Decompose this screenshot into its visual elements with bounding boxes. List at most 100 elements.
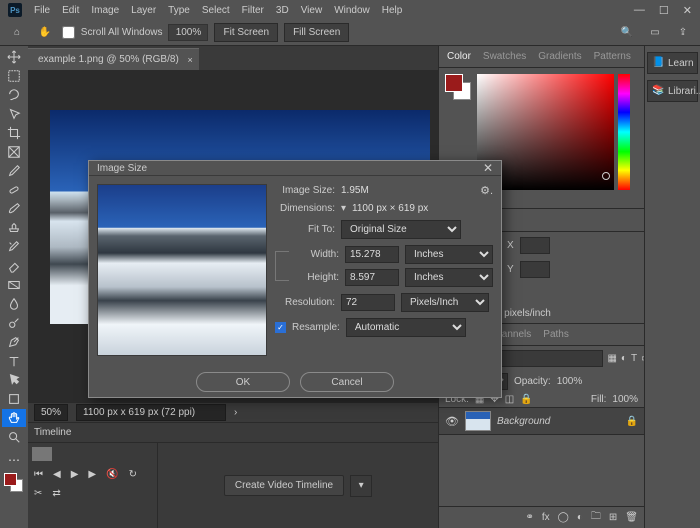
tab-gradients[interactable]: Gradients	[538, 51, 581, 62]
crop-tool-icon[interactable]	[2, 124, 26, 142]
layer-row[interactable]: 👁 Background 🔒	[439, 407, 644, 435]
hue-slider[interactable]	[618, 74, 630, 190]
dialog-close-icon[interactable]: ✕	[483, 161, 493, 175]
filter-pixel-icon[interactable]: ▦	[607, 353, 616, 364]
menu-select[interactable]: Select	[202, 5, 230, 16]
learn-button[interactable]: 📘Learn	[647, 52, 698, 74]
filter-adjust-icon[interactable]: ◐	[621, 353, 627, 364]
clone-stamp-tool-icon[interactable]	[2, 219, 26, 237]
fit-screen-button[interactable]: Fit Screen	[214, 23, 278, 42]
hand-tool[interactable]	[2, 409, 26, 427]
blur-tool-icon[interactable]	[2, 295, 26, 313]
group-icon[interactable]: 🗀	[591, 509, 601, 526]
menu-image[interactable]: Image	[91, 5, 119, 16]
create-video-timeline-button[interactable]: Create Video Timeline	[224, 475, 344, 496]
menu-layer[interactable]: Layer	[131, 5, 156, 16]
menu-view[interactable]: View	[301, 5, 323, 16]
fit-to-select[interactable]: Original Size	[341, 220, 461, 239]
menu-edit[interactable]: Edit	[62, 5, 79, 16]
filter-type-icon[interactable]: T	[631, 353, 637, 364]
eyedropper-tool-icon[interactable]	[2, 162, 26, 180]
lock-all-icon[interactable]: 🔒	[520, 394, 532, 405]
width-unit-select[interactable]: Inches	[405, 245, 493, 264]
tl-transition-icon[interactable]: ⇄	[52, 488, 60, 499]
resolution-unit-select[interactable]: Pixels/Inch	[401, 293, 489, 312]
close-tab-icon[interactable]: ×	[188, 55, 193, 65]
tl-play-icon[interactable]: ▶	[71, 469, 79, 480]
move-tool-icon[interactable]	[2, 48, 26, 66]
dialog-gear-icon[interactable]: ⚙.	[480, 184, 493, 197]
tab-patterns[interactable]: Patterns	[594, 51, 631, 62]
type-tool-icon[interactable]	[2, 352, 26, 370]
fill-value[interactable]: 100%	[612, 394, 638, 405]
brush-tool-icon[interactable]	[2, 200, 26, 218]
layer-mask-icon[interactable]: ◯	[558, 512, 569, 523]
menu-filter[interactable]: Filter	[242, 5, 264, 16]
window-restore-icon[interactable]: ☐	[659, 4, 669, 17]
frame-tool-icon[interactable]	[2, 143, 26, 161]
zoom-tool-icon[interactable]	[2, 428, 26, 446]
eraser-tool-icon[interactable]	[2, 257, 26, 275]
prop-y-input[interactable]	[520, 261, 550, 278]
constrain-proportions-icon[interactable]	[275, 251, 289, 281]
prop-x-input[interactable]	[520, 237, 550, 254]
menu-type[interactable]: Type	[168, 5, 190, 16]
history-brush-tool-icon[interactable]	[2, 238, 26, 256]
libraries-button[interactable]: 📚Librari...	[647, 80, 698, 102]
scroll-all-checkbox[interactable]: Scroll All Windows	[62, 26, 162, 39]
quick-select-tool-icon[interactable]	[2, 105, 26, 123]
marquee-tool-icon[interactable]	[2, 67, 26, 85]
home-icon[interactable]: ⌂	[6, 23, 28, 43]
tl-split-icon[interactable]: ✂	[34, 488, 42, 499]
resample-select[interactable]: Automatic	[346, 318, 466, 337]
opacity-value[interactable]: 100%	[557, 376, 583, 387]
dimensions-dropdown-icon[interactable]: ▾	[341, 203, 346, 214]
share-icon[interactable]: ⇪	[672, 23, 694, 43]
pen-tool-icon[interactable]	[2, 333, 26, 351]
menu-window[interactable]: Window	[334, 5, 370, 16]
height-unit-select[interactable]: Inches	[405, 268, 493, 287]
document-tab[interactable]: example 1.png @ 50% (RGB/8) ×	[28, 48, 199, 70]
dodge-tool-icon[interactable]	[2, 314, 26, 332]
height-input[interactable]	[345, 269, 399, 286]
workspace-icon[interactable]: ▭	[644, 23, 666, 43]
tl-mute-icon[interactable]: 🔇	[106, 469, 118, 480]
resolution-input[interactable]	[341, 294, 395, 311]
gradient-tool-icon[interactable]	[2, 276, 26, 294]
color-swatches-icon[interactable]	[2, 470, 26, 496]
status-zoom[interactable]: 50%	[34, 404, 68, 421]
new-layer-icon[interactable]: ⊞	[609, 512, 617, 523]
zoom-field[interactable]: 100%	[168, 24, 208, 41]
tab-color[interactable]: Color	[447, 51, 471, 62]
tl-loop-icon[interactable]: ↻	[129, 469, 137, 480]
tl-next-frame-icon[interactable]: ▶	[88, 469, 96, 480]
link-layers-icon[interactable]: ⚭	[525, 512, 533, 523]
layer-name[interactable]: Background	[497, 416, 550, 427]
hand-tool-icon[interactable]: ✋	[34, 23, 56, 43]
tl-prev-frame-icon[interactable]: ◀	[53, 469, 61, 480]
menu-file[interactable]: File	[34, 5, 50, 16]
adjustment-layer-icon[interactable]: ◐	[577, 512, 583, 523]
status-doc-info[interactable]: 1100 px x 619 px (72 ppi)	[76, 404, 226, 421]
edit-toolbar-icon[interactable]: ⋯	[2, 451, 26, 469]
window-minimize-icon[interactable]: —	[634, 4, 645, 16]
delete-layer-icon[interactable]: 🗑	[625, 512, 638, 523]
timeline-dropdown-icon[interactable]: ▾	[350, 475, 372, 497]
width-input[interactable]	[345, 246, 399, 263]
layer-style-icon[interactable]: fx	[542, 512, 550, 523]
tab-swatches[interactable]: Swatches	[483, 51, 526, 62]
cancel-button[interactable]: Cancel	[300, 372, 394, 392]
fill-screen-button[interactable]: Fill Screen	[284, 23, 349, 42]
window-close-icon[interactable]: ✕	[683, 4, 692, 17]
lasso-tool-icon[interactable]	[2, 86, 26, 104]
status-caret-icon[interactable]: ›	[234, 407, 237, 418]
search-icon[interactable]: 🔍	[616, 23, 638, 43]
healing-tool-icon[interactable]	[2, 181, 26, 199]
path-select-tool-icon[interactable]	[2, 371, 26, 389]
layer-visibility-icon[interactable]: 👁	[445, 415, 459, 428]
ok-button[interactable]: OK	[196, 372, 290, 392]
menu-help[interactable]: Help	[382, 5, 403, 16]
shape-tool-icon[interactable]	[2, 390, 26, 408]
foreground-background-swatch[interactable]	[445, 74, 471, 100]
menu-3d[interactable]: 3D	[276, 5, 289, 16]
